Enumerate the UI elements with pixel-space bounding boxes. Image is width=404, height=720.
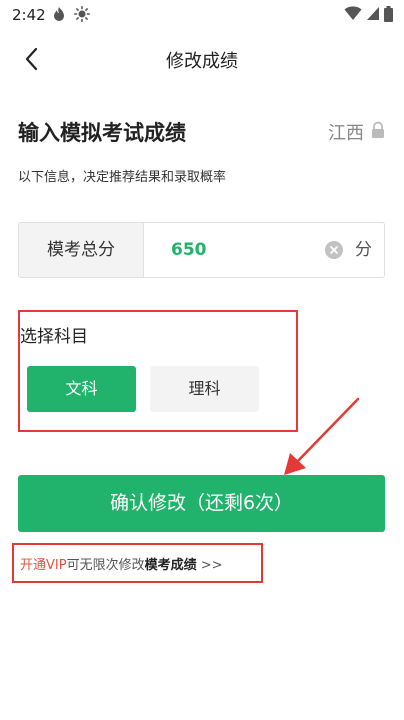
clear-icon[interactable] — [325, 241, 343, 259]
score-input-group: 模考总分 分 — [18, 222, 385, 278]
vip-open-text: 开通VIP — [20, 558, 67, 573]
chevron-left-icon — [25, 47, 38, 71]
status-time: 2:42 — [12, 6, 46, 24]
brightness-icon — [74, 6, 90, 22]
flame-icon — [54, 7, 64, 21]
score-unit: 分 — [355, 240, 372, 260]
subject-science-button[interactable]: 理科 — [150, 366, 259, 412]
lock-icon — [372, 121, 384, 138]
status-bar: 2:42 — [0, 0, 404, 30]
subtitle: 以下信息，决定推荐结果和录取概率 — [18, 170, 227, 185]
vip-score-text: 模考成绩 — [144, 558, 197, 573]
back-button[interactable] — [18, 46, 46, 72]
vip-desc-text: 可无限次修改 — [66, 558, 145, 573]
nav-bar: 修改成绩 — [0, 36, 404, 80]
vip-link[interactable]: 开通VIP可无限次修改模考成绩 >> — [20, 554, 223, 573]
vip-chevron-text: >> — [196, 558, 223, 573]
score-input[interactable] — [171, 223, 311, 277]
signal-icon — [367, 7, 379, 20]
subject-selection: 选择科目 文科 理科 — [18, 310, 298, 432]
subject-liberal-arts-button[interactable]: 文科 — [27, 366, 136, 412]
page-title: 修改成绩 — [166, 51, 238, 72]
confirm-button[interactable]: 确认修改（还剩6次） — [18, 475, 385, 532]
score-label: 模考总分 — [19, 223, 144, 277]
province-label: 江西 — [328, 123, 364, 144]
wifi-icon — [344, 6, 362, 20]
vip-promo[interactable]: 开通VIP可无限次修改模考成绩 >> — [12, 543, 263, 583]
battery-icon — [384, 6, 393, 22]
section-title: 输入模拟考试成绩 — [18, 121, 186, 145]
annotation-arrow-icon — [284, 397, 360, 475]
subject-title: 选择科目 — [20, 327, 88, 347]
